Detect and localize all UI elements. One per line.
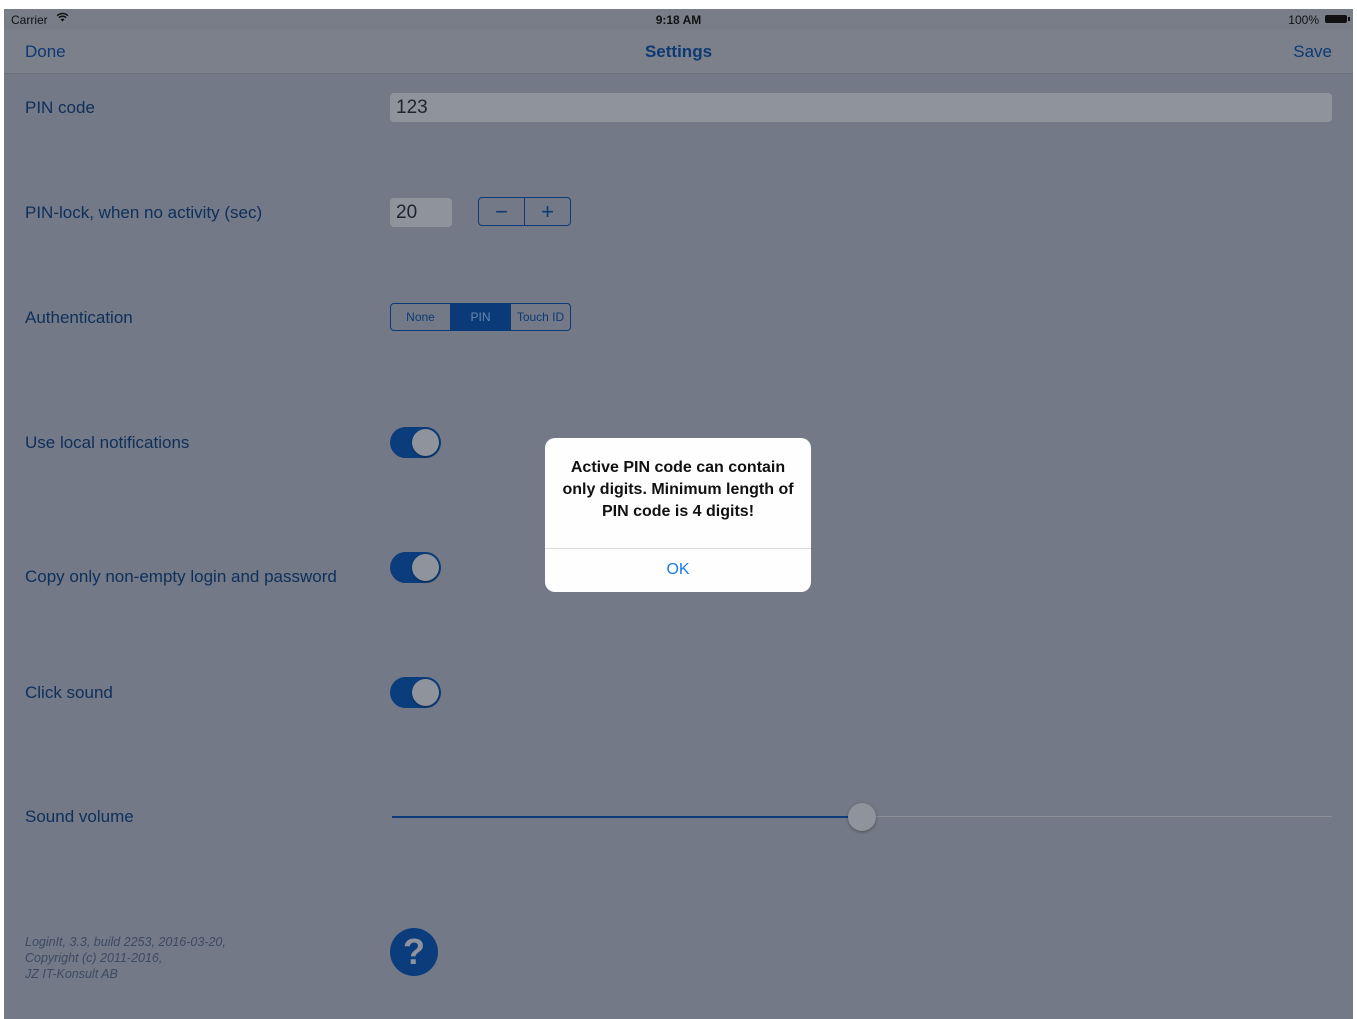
auth-option-touch-id[interactable]: Touch ID: [510, 304, 570, 330]
status-time: 9:18 AM: [655, 13, 702, 27]
save-button[interactable]: Save: [1293, 42, 1332, 62]
question-mark-icon[interactable]: ?: [390, 928, 438, 976]
slider-track-empty: [862, 816, 1332, 817]
decrement-button[interactable]: −: [479, 198, 524, 225]
battery-percentage: 100%: [1288, 13, 1319, 27]
status-bar: Carrier 9:18 AM 100%: [4, 9, 1353, 30]
increment-button[interactable]: +: [524, 198, 570, 225]
copy-nonempty-toggle[interactable]: [390, 552, 441, 583]
pin-lock-stepper: − +: [478, 197, 571, 226]
toggle-knob: [412, 554, 439, 581]
click-sound-toggle[interactable]: [390, 677, 441, 708]
auth-option-none[interactable]: None: [391, 304, 450, 330]
page-title: Settings: [644, 42, 713, 61]
version-info: LoginIt, 3.3, build 2253, 2016-03-20, Co…: [25, 934, 226, 982]
copy-nonempty-label: Copy only non-empty login and password: [25, 567, 337, 586]
pin-lock-label: PIN-lock, when no activity (sec): [25, 203, 263, 222]
toggle-knob: [412, 429, 439, 456]
version-line: LoginIt, 3.3, build 2253, 2016-03-20,: [25, 935, 226, 949]
toggle-knob: [412, 679, 439, 706]
click-sound-label: Click sound: [25, 683, 113, 702]
slider-thumb[interactable]: [848, 803, 876, 831]
battery-icon: [1325, 15, 1350, 23]
authentication-label: Authentication: [25, 308, 133, 327]
pin-lock-seconds-input[interactable]: 20: [390, 198, 452, 227]
local-notifications-label: Use local notifications: [25, 433, 190, 452]
navigation-bar: Done Settings Save: [4, 30, 1353, 74]
alert-ok-button[interactable]: OK: [545, 549, 811, 592]
pin-code-input[interactable]: 123: [390, 93, 1332, 122]
alert-message: Active PIN code can contain only digits.…: [562, 459, 794, 520]
copyright-line: Copyright (c) 2011-2016,: [25, 951, 163, 965]
auth-option-pin[interactable]: PIN: [450, 304, 510, 330]
settings-screen: Carrier 9:18 AM 100% Done Settings Save …: [4, 9, 1353, 1019]
company-line: JZ IT-Konsult AB: [25, 967, 118, 981]
sound-volume-slider[interactable]: [392, 803, 1332, 831]
authentication-segmented-control: None PIN Touch ID: [390, 303, 571, 331]
pin-code-label: PIN code: [25, 98, 95, 117]
help-glyph: ?: [403, 931, 425, 972]
slider-track-filled: [392, 816, 862, 818]
alert-dialog: Active PIN code can contain only digits.…: [545, 438, 811, 592]
local-notifications-toggle[interactable]: [390, 427, 441, 458]
sound-volume-label: Sound volume: [25, 807, 134, 826]
